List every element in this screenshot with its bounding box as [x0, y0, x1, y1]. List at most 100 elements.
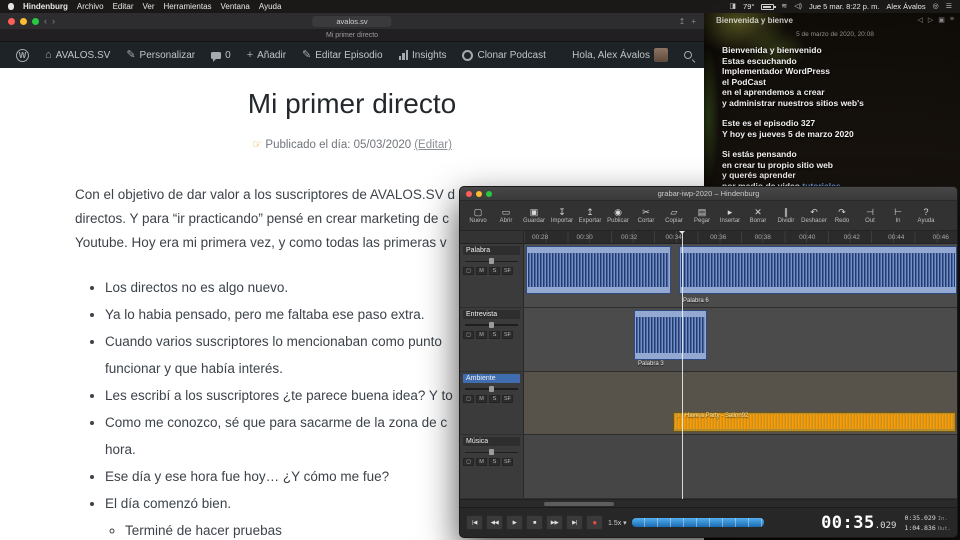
track-control-button[interactable]: S	[489, 458, 500, 467]
volume-slider[interactable]	[463, 257, 520, 265]
toolbar-button[interactable]: ? Ayuda	[912, 207, 940, 224]
menubar-item[interactable]: Ventana	[221, 2, 250, 11]
back-icon[interactable]: ‹	[44, 16, 47, 26]
track-control-button[interactable]: ◻	[463, 458, 474, 467]
audio-clip[interactable]	[679, 246, 957, 294]
track-control-button[interactable]: SF	[502, 458, 514, 467]
toolbar-button[interactable]: ∥ Dividir	[772, 207, 800, 224]
playhead[interactable]	[679, 231, 685, 499]
menubar-clock[interactable]: Jue 5 mar. 8:22 p. m.	[809, 2, 879, 11]
transport-button[interactable]: ◀◀	[486, 515, 503, 530]
wifi-icon[interactable]: ≋	[781, 3, 787, 10]
track-name[interactable]: Entrevista	[463, 309, 520, 319]
share-icon[interactable]: ↥	[679, 17, 686, 26]
zoom-window-button[interactable]	[486, 190, 492, 197]
new-content-menu[interactable]: + Añadir	[241, 42, 292, 68]
toolbar-button[interactable]: ↶ Deshacer	[800, 207, 828, 224]
transport-button[interactable]: |◀	[466, 515, 483, 530]
apple-menu-icon[interactable]	[8, 3, 14, 10]
audio-clip[interactable]	[526, 246, 671, 294]
minimize-window-button[interactable]	[476, 190, 482, 197]
new-tab-icon[interactable]: +	[691, 17, 696, 26]
account-menu[interactable]: Hola, Alex Ávalos	[566, 48, 674, 62]
wp-logo-menu[interactable]: W	[10, 42, 35, 68]
track-control-button[interactable]: S	[489, 330, 500, 339]
track-lane-musica[interactable]	[524, 435, 957, 498]
volume-icon[interactable]: ◁)	[794, 3, 802, 10]
toolbar-button[interactable]: ↧ Importar	[548, 207, 576, 224]
scrollbar-thumb[interactable]	[544, 502, 614, 506]
customize-menu[interactable]: ✎ Personalizar	[120, 42, 201, 68]
toolbar-button[interactable]: ▸ Insertar	[716, 207, 744, 224]
track-control-button[interactable]: M	[476, 394, 487, 403]
playback-speed[interactable]: 1.5x ▾	[608, 519, 627, 527]
volume-slider[interactable]	[463, 385, 520, 393]
transport-button[interactable]: ▶▶	[546, 515, 563, 530]
toolbar-button[interactable]: ↥ Exportar	[576, 207, 604, 224]
address-bar[interactable]: avalos.sv	[312, 15, 392, 27]
toolbar-button[interactable]: ⊣ Out	[856, 207, 884, 224]
horizontal-scrollbar[interactable]	[460, 499, 957, 507]
audio-clip[interactable]	[634, 309, 707, 360]
track-control-button[interactable]: S	[489, 267, 500, 275]
toolbar-button[interactable]: ↷ Redo	[828, 207, 856, 224]
hindenburg-titlebar[interactable]: grabar-iwp-2020 – Hindenburg	[460, 187, 957, 201]
level-meter[interactable]	[631, 518, 764, 527]
track-lane-ambiente[interactable]: ♪ I Have a Party - Salinn92	[524, 371, 957, 435]
notification-center-icon[interactable]: ☰	[946, 3, 952, 10]
close-window-button[interactable]	[8, 17, 15, 25]
display-icon[interactable]: ◨	[729, 3, 736, 10]
track-name[interactable]: Ambiente	[463, 373, 520, 383]
zoom-window-button[interactable]	[32, 17, 39, 25]
menubar-user[interactable]: Alex Ávalos	[886, 2, 925, 11]
toolbar-button[interactable]: ▭ Abrir	[492, 207, 520, 224]
track-name[interactable]: Palabra	[463, 246, 520, 255]
toolbar-button[interactable]: ⊢ In	[884, 207, 912, 224]
transport-button[interactable]: ▶	[506, 515, 523, 530]
toolbar-button[interactable]: ▤ Pegar	[688, 207, 716, 224]
timeline-ruler[interactable]: 00:28 00:30 00:32 00:34 00:36 00:38 00:40 00:42…	[460, 231, 957, 244]
menubar-item[interactable]: Editar	[113, 2, 134, 11]
minimize-window-button[interactable]	[20, 17, 27, 25]
insights-menu[interactable]: Insights	[393, 42, 453, 68]
edit-episode-menu[interactable]: ✎ Editar Episodio	[296, 42, 388, 68]
transport-button[interactable]: ■	[526, 515, 543, 530]
browser-tab[interactable]: Mi primer directo	[0, 29, 704, 42]
volume-slider[interactable]	[463, 448, 520, 456]
menubar-item[interactable]: Ver	[142, 2, 154, 11]
toolbar-button[interactable]: ◉ Publicar	[604, 207, 632, 224]
close-window-button[interactable]	[466, 190, 472, 197]
record-button[interactable]: ●	[586, 515, 603, 530]
track-control-button[interactable]: SF	[502, 330, 514, 339]
temperature-reading[interactable]: 79°	[743, 2, 754, 11]
track-control-button[interactable]: M	[476, 330, 487, 339]
toolbar-button[interactable]: ▣ Guardar	[520, 207, 548, 224]
toolbar-button[interactable]: ▱ Copiar	[660, 207, 688, 224]
track-control-button[interactable]: ◻	[463, 330, 474, 339]
forward-icon[interactable]: ›	[52, 16, 55, 26]
track-control-button[interactable]: SF	[502, 394, 514, 403]
track-control-button[interactable]: ◻	[463, 394, 474, 403]
track-control-button[interactable]: SF	[502, 267, 514, 275]
track-control-button[interactable]: S	[489, 394, 500, 403]
track-lane-palabra[interactable]: Palabra 6	[524, 244, 957, 307]
toolbar-button[interactable]: ▢ Nuevo	[464, 207, 492, 224]
transport-button[interactable]: ▶|	[566, 515, 583, 530]
menubar-item[interactable]: Archivo	[77, 2, 104, 11]
site-name-menu[interactable]: ⌂ AVALOS.SV	[39, 42, 116, 68]
toolbar-button[interactable]: ✂ Cortar	[632, 207, 660, 224]
edit-post-link[interactable]: (Editar)	[414, 139, 452, 151]
menubar-item[interactable]: Ayuda	[259, 2, 282, 11]
clone-podcast-menu[interactable]: Clonar Podcast	[456, 42, 551, 68]
menubar-app-name[interactable]: Hindenburg	[23, 2, 68, 11]
spotlight-icon[interactable]: ◎	[933, 3, 939, 10]
search-icon[interactable]	[682, 49, 694, 61]
volume-slider[interactable]	[463, 321, 520, 329]
track-lane-entrevista[interactable]: Palabra 3	[524, 307, 957, 371]
battery-icon[interactable]	[761, 3, 776, 10]
toolbar-button[interactable]: ✕ Borrar	[744, 207, 772, 224]
menubar-item[interactable]: Herramientas	[164, 2, 212, 11]
track-name[interactable]: Música	[463, 437, 520, 447]
track-control-button[interactable]: M	[476, 458, 487, 467]
track-control-button[interactable]: ◻	[463, 267, 474, 275]
